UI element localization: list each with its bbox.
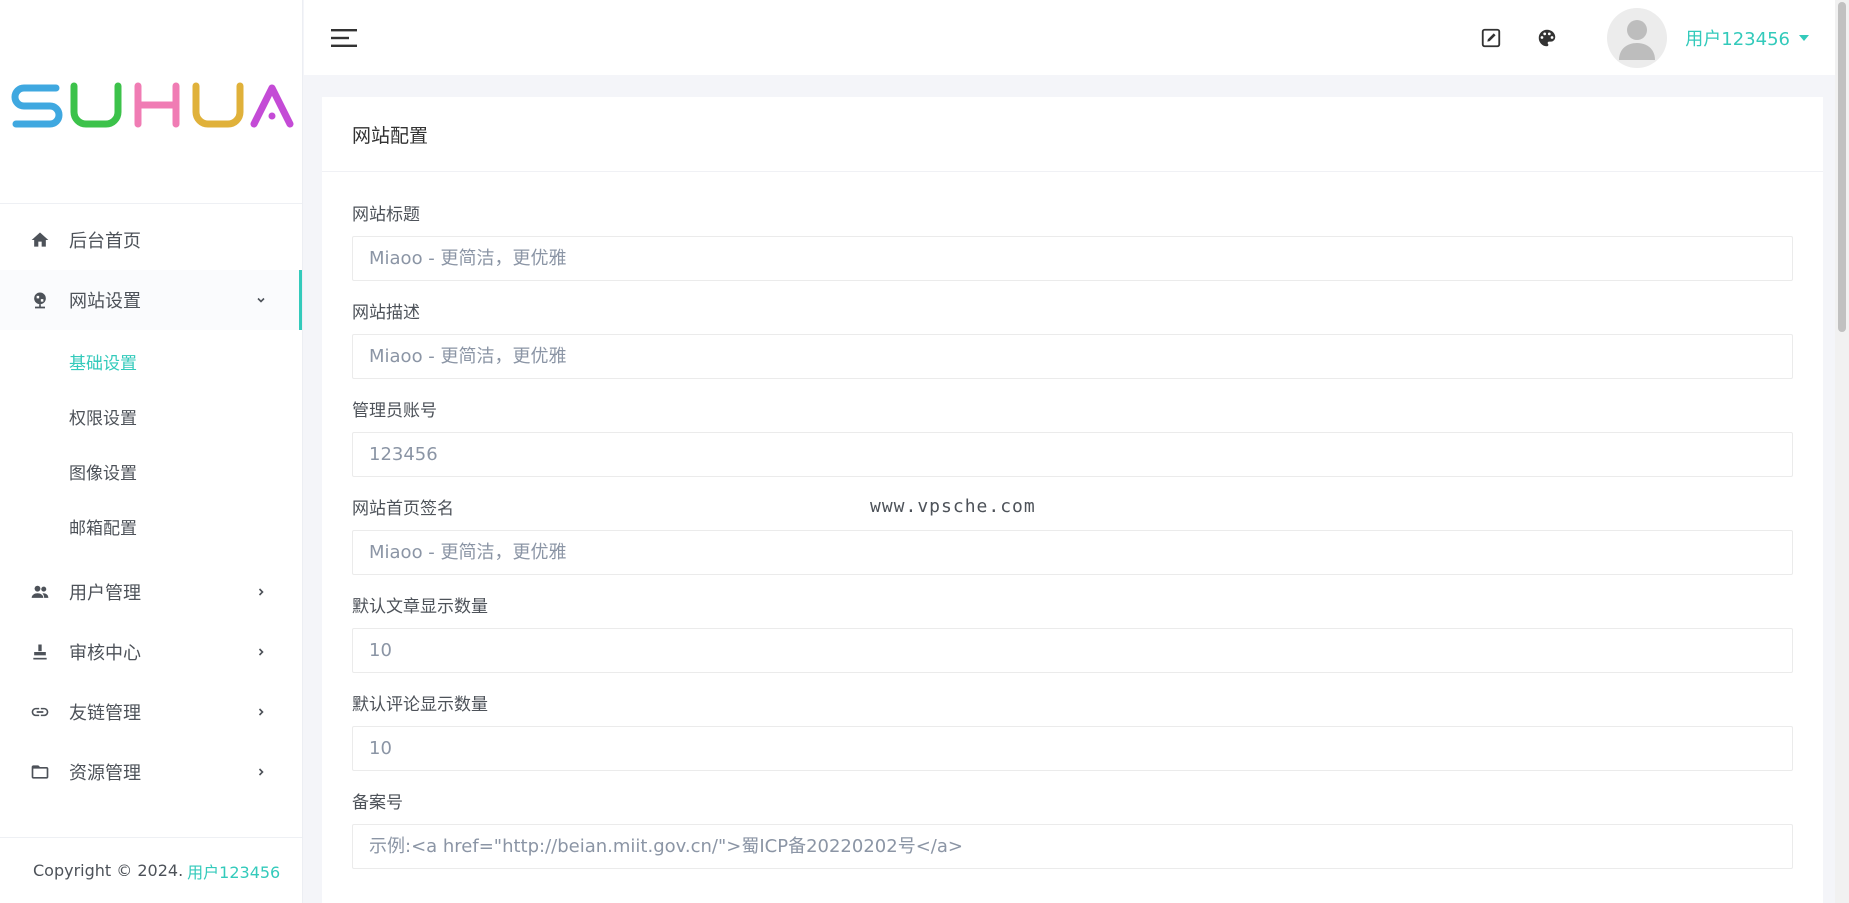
copyright-link[interactable]: 用户123456 bbox=[187, 859, 280, 883]
home-icon bbox=[30, 230, 50, 250]
edit-button[interactable] bbox=[1473, 20, 1509, 56]
sidebar-item-label: 后台首页 bbox=[69, 231, 141, 252]
watermark-text: www.vpsche.com bbox=[870, 496, 1036, 517]
sidebar-item-label: 资源管理 bbox=[69, 763, 141, 784]
field-label: 默认文章显示数量 bbox=[352, 597, 488, 617]
subnav-item-basic-settings[interactable]: 基础设置 bbox=[0, 334, 302, 389]
field-home-signature: 网站首页签名 bbox=[352, 494, 1793, 575]
sidebar-item-site-settings[interactable]: 网站设置 bbox=[0, 270, 302, 330]
field-label: 默认评论显示数量 bbox=[352, 695, 488, 715]
sidebar-item-label: 网站设置 bbox=[69, 291, 141, 312]
chevron-right-icon bbox=[255, 766, 267, 778]
field-site-description: 网站描述 bbox=[352, 298, 1793, 379]
post-count-input[interactable] bbox=[352, 628, 1793, 673]
sidebar-item-user-management[interactable]: 用户管理 bbox=[0, 562, 302, 622]
chevron-right-icon bbox=[255, 646, 267, 658]
edit-icon bbox=[1482, 28, 1501, 47]
page-scrollbar[interactable] bbox=[1835, 0, 1849, 903]
palette-icon bbox=[1539, 29, 1556, 46]
field-label: 网站描述 bbox=[352, 303, 420, 323]
field-site-title: 网站标题 bbox=[352, 200, 1793, 281]
sidebar-item-label: 用户管理 bbox=[69, 583, 141, 604]
field-admin-account: 管理员账号 bbox=[352, 396, 1793, 477]
chevron-right-icon bbox=[255, 586, 267, 598]
user-menu[interactable]: 用户123456 bbox=[1607, 7, 1809, 68]
sidebar-item-label: 友链管理 bbox=[69, 703, 141, 724]
site-config-form: 网站标题 网站描述 管理员账号 网站首页签名 默认文章显示数量 默认评论显示数量… bbox=[322, 172, 1823, 869]
menu-toggle-button[interactable] bbox=[328, 22, 360, 54]
sidebar-nav: 后台首页 网站设置 基础设置 权限设置 图像设置 邮箱配置 用户管理 审核中心 … bbox=[0, 204, 302, 802]
sidebar-item-label: 审核中心 bbox=[69, 643, 141, 664]
copyright-text: Copyright © 2024. bbox=[33, 861, 184, 880]
sidebar: 后台首页 网站设置 基础设置 权限设置 图像设置 邮箱配置 用户管理 审核中心 … bbox=[0, 0, 303, 903]
menu-icon bbox=[331, 28, 357, 47]
chevron-right-icon bbox=[255, 706, 267, 718]
link-icon bbox=[30, 702, 50, 722]
field-label: 网站首页签名 bbox=[352, 499, 454, 519]
sidebar-item-resource-management[interactable]: 资源管理 bbox=[0, 742, 302, 802]
subnav-item-permission-settings[interactable]: 权限设置 bbox=[0, 389, 302, 444]
icp-number-input[interactable] bbox=[352, 824, 1793, 869]
users-icon bbox=[30, 582, 50, 602]
subnav-item-email-config[interactable]: 邮箱配置 bbox=[0, 499, 302, 554]
theme-button[interactable] bbox=[1529, 20, 1565, 56]
scrollbar-thumb[interactable] bbox=[1838, 2, 1846, 332]
brand-logo[interactable] bbox=[0, 0, 302, 204]
site-title-input[interactable] bbox=[352, 236, 1793, 281]
suhua-logo-icon bbox=[11, 82, 294, 127]
site-config-card: 网站配置 网站标题 网站描述 管理员账号 网站首页签名 默认文章显示数量 默认评… bbox=[322, 97, 1823, 903]
sidebar-item-review-center[interactable]: 审核中心 bbox=[0, 622, 302, 682]
field-icp-number: 备案号 bbox=[352, 788, 1793, 869]
user-name: 用户123456 bbox=[1685, 28, 1790, 50]
caret-down-icon bbox=[1799, 34, 1809, 41]
top-header: 用户123456 bbox=[304, 0, 1849, 75]
sidebar-item-link-management[interactable]: 友链管理 bbox=[0, 682, 302, 742]
field-comment-count: 默认评论显示数量 bbox=[352, 690, 1793, 771]
sidebar-subnav: 基础设置 权限设置 图像设置 邮箱配置 bbox=[0, 330, 302, 562]
site-description-input[interactable] bbox=[352, 334, 1793, 379]
avatar bbox=[1607, 7, 1668, 68]
admin-account-input[interactable] bbox=[352, 432, 1793, 477]
subnav-item-image-settings[interactable]: 图像设置 bbox=[0, 444, 302, 499]
user-avatar-icon bbox=[1619, 19, 1656, 60]
stamp-icon bbox=[30, 642, 50, 662]
field-label: 网站标题 bbox=[352, 205, 420, 225]
sidebar-item-dashboard[interactable]: 后台首页 bbox=[0, 210, 302, 270]
comment-count-input[interactable] bbox=[352, 726, 1793, 771]
field-label: 管理员账号 bbox=[352, 401, 437, 421]
field-label: 备案号 bbox=[352, 793, 403, 813]
home-signature-input[interactable] bbox=[352, 530, 1793, 575]
sidebar-footer: Copyright © 2024. 用户123456 bbox=[0, 837, 302, 903]
field-post-count: 默认文章显示数量 bbox=[352, 592, 1793, 673]
card-title: 网站配置 bbox=[322, 97, 1823, 172]
folder-icon bbox=[30, 762, 50, 782]
globe-icon bbox=[30, 290, 50, 310]
header-actions: 用户123456 bbox=[1473, 7, 1809, 68]
chevron-down-icon bbox=[255, 294, 267, 306]
